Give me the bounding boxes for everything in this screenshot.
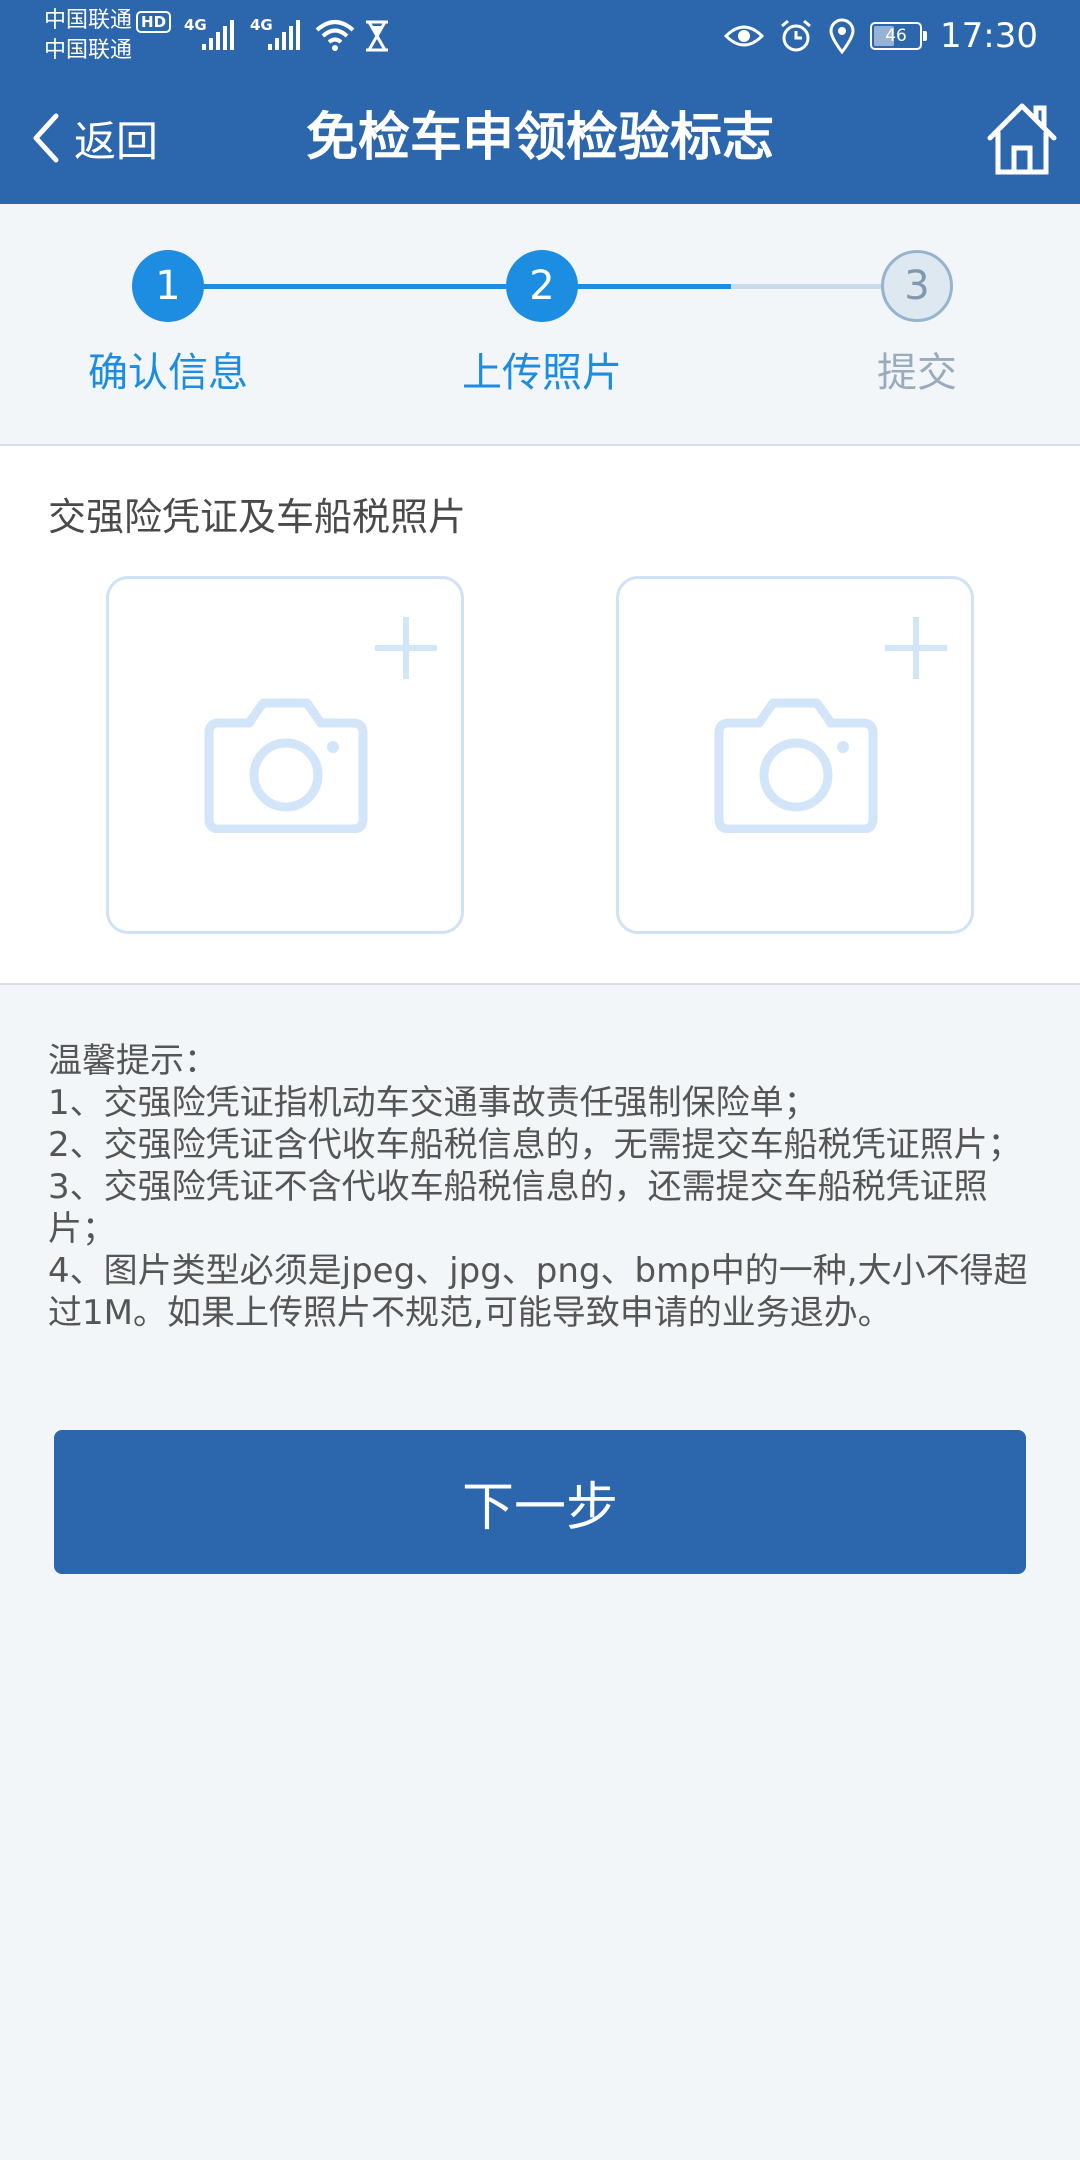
home-button[interactable] (986, 98, 1058, 178)
tip-line: 2、交强险凭证含代收车船税信息的，无需提交车船税凭证照片； (48, 1125, 1022, 1165)
next-step-button[interactable]: 下一步 (54, 1430, 1026, 1574)
step-3-circle: 3 (881, 250, 953, 322)
photo-upload-section: 交强险凭证及车船税照片 (0, 446, 1080, 985)
tips-heading: 温馨提示： (48, 1041, 218, 1081)
step-1-circle: 1 (132, 250, 204, 322)
step-connector-pending (731, 284, 881, 289)
plus-icon (375, 617, 437, 679)
wifi-icon (315, 20, 355, 51)
page-title: 免检车申领检验标志 (305, 108, 774, 168)
camera-icon (204, 698, 368, 833)
signal-strength-icon (202, 20, 234, 50)
alarm-icon (781, 19, 811, 52)
step-2-circle: 2 (506, 250, 578, 322)
battery-icon: 46 (870, 22, 928, 50)
location-icon (829, 18, 855, 54)
progress-stepper: 1 确认信息 2 上传照片 3 提交 (0, 204, 1080, 446)
step-2-label: 上传照片 (462, 350, 622, 396)
photo-upload-slot-1[interactable] (106, 576, 464, 934)
status-bar: 中国联通 HD 中国联通 4G 4G 46 17:30 (0, 0, 1080, 70)
signal-strength-icon (268, 20, 300, 50)
hourglass-icon (366, 20, 388, 52)
section-title: 交强险凭证及车船税照片 (48, 495, 467, 539)
tip-line: 1、交强险凭证指机动车交通事故责任强制保险单； (48, 1083, 818, 1123)
eye-icon (724, 25, 765, 47)
hd-badge: HD (136, 11, 172, 33)
tip-line: 3、交强险凭证不含代收车船税信息的，还需提交车船税凭证照片； (48, 1167, 988, 1249)
step-connector-complete (168, 284, 506, 289)
step-3-label: 提交 (877, 350, 957, 396)
clock: 17:30 (940, 16, 1038, 56)
tip-line: 4、图片类型必须是jpeg、jpg、png、bmp中的一种,大小不得超过1M。如… (48, 1251, 1028, 1333)
home-icon (987, 103, 1057, 175)
photo-upload-slot-2[interactable] (616, 576, 974, 934)
carrier-1: 中国联通 (44, 8, 133, 33)
carrier-2: 中国联通 (44, 38, 133, 63)
plus-icon (885, 617, 947, 679)
status-indicators: 46 17:30 (724, 14, 1038, 58)
battery-level: 46 (885, 26, 907, 46)
camera-icon (714, 698, 878, 833)
tips-block: 温馨提示： 1、交强险凭证指机动车交通事故责任强制保险单； 2、交强险凭证含代收… (48, 1040, 1038, 1334)
carrier-info: 中国联通 HD 中国联通 (44, 6, 172, 66)
app-header: 返回 免检车申领检验标志 (0, 70, 1080, 204)
step-1-label: 确认信息 (88, 350, 248, 396)
